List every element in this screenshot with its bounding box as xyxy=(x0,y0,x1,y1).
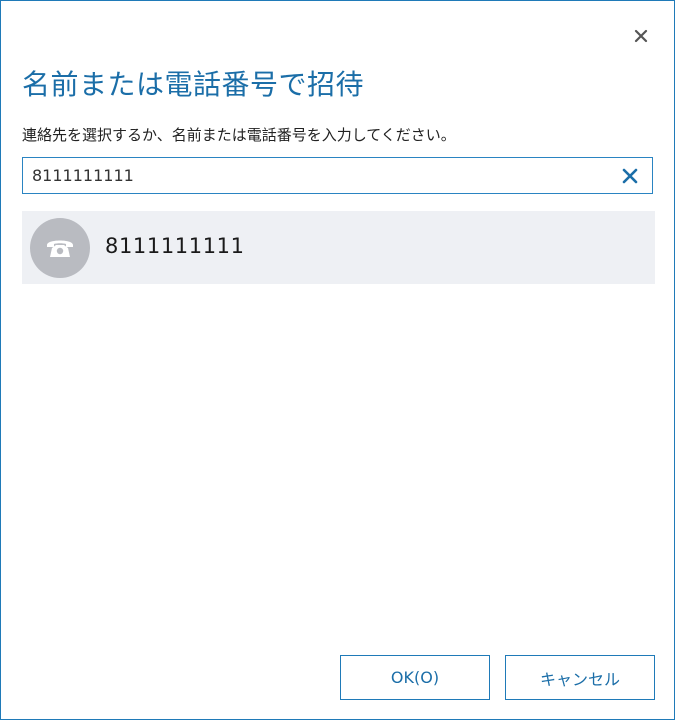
search-input[interactable] xyxy=(32,158,602,193)
ok-button[interactable]: OK(O) xyxy=(340,655,490,700)
result-phone-number: 8111111111 xyxy=(105,234,245,258)
search-result-item[interactable]: 8111111111 xyxy=(22,211,655,284)
instruction-text: 連絡先を選択するか、名前または電話番号を入力してください。 xyxy=(22,126,456,144)
invite-dialog: 名前または電話番号で招待 連絡先を選択するか、名前または電話番号を入力してくださ… xyxy=(0,0,675,720)
close-icon xyxy=(634,29,648,43)
search-box xyxy=(22,157,653,194)
clear-search-button[interactable] xyxy=(620,166,640,186)
close-button[interactable] xyxy=(627,23,655,49)
avatar xyxy=(30,218,90,278)
phone-icon xyxy=(47,240,73,257)
clear-icon xyxy=(622,168,638,184)
cancel-button[interactable]: キャンセル xyxy=(505,655,655,700)
dialog-title: 名前または電話番号で招待 xyxy=(22,68,365,101)
